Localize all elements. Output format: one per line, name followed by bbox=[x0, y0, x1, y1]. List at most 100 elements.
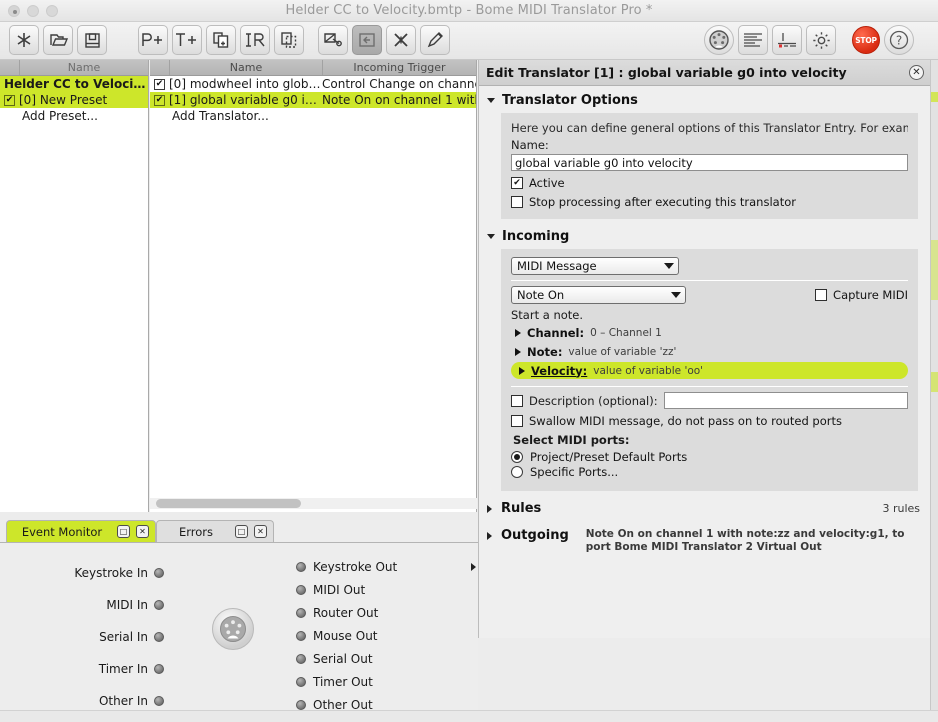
chevron-right-icon[interactable] bbox=[471, 562, 476, 571]
open-project-button[interactable] bbox=[43, 25, 73, 55]
capture-midi-checkbox[interactable] bbox=[815, 289, 828, 301]
incoming-description: Start a note. bbox=[511, 308, 584, 322]
output-midi-out[interactable]: MIDI Out bbox=[296, 578, 476, 601]
input-keystroke-in[interactable]: Keystroke In bbox=[0, 557, 170, 589]
rename-button[interactable] bbox=[420, 25, 450, 55]
input-timer-in[interactable]: Timer In bbox=[0, 653, 170, 685]
background-window-highlight bbox=[931, 372, 938, 392]
active-checkbox[interactable]: ✔ bbox=[511, 177, 523, 189]
close-editor-button[interactable]: ✕ bbox=[909, 65, 924, 80]
input-midi-in[interactable]: MIDI In bbox=[0, 589, 170, 621]
stop-processing-checkbox[interactable] bbox=[511, 196, 523, 208]
active-checkbox-row[interactable]: ✔ Active bbox=[511, 176, 908, 190]
specific-ports-radio-row[interactable]: Specific Ports... bbox=[511, 465, 908, 479]
stop-button[interactable]: STOP bbox=[852, 26, 880, 54]
default-ports-radio-row[interactable]: Project/Preset Default Ports bbox=[511, 450, 908, 464]
output-label: Keystroke Out bbox=[313, 559, 398, 574]
table-row[interactable]: ✔ [0] modwheel into global ... Control C… bbox=[150, 76, 476, 92]
collapse-button[interactable] bbox=[352, 25, 382, 55]
translator-name-input[interactable]: global variable g0 into velocity bbox=[511, 154, 908, 171]
input-label: Keystroke In bbox=[74, 566, 148, 580]
default-ports-label: Project/Preset Default Ports bbox=[530, 450, 688, 464]
incoming-message-value: Note On bbox=[517, 288, 565, 302]
table-row[interactable]: ✔ [1] global variable g0 into ... Note O… bbox=[150, 92, 476, 108]
errors-restore-button[interactable]: □ bbox=[235, 525, 248, 538]
add-translator-button[interactable] bbox=[172, 25, 202, 55]
swallow-label: Swallow MIDI message, do not pass on to … bbox=[529, 414, 842, 428]
chevron-right-icon bbox=[515, 328, 521, 337]
midi-ports-button[interactable] bbox=[704, 25, 734, 55]
toolbar: STOP ? bbox=[0, 22, 938, 60]
log-button[interactable] bbox=[738, 25, 768, 55]
outgoing-section-header[interactable]: Outgoing Note On on channel 1 with note:… bbox=[479, 516, 930, 554]
insert-rule-button[interactable] bbox=[240, 25, 270, 55]
description-input[interactable] bbox=[663, 392, 908, 409]
translator-options-section-header[interactable]: Translator Options bbox=[479, 86, 930, 113]
translator-enable-checkbox[interactable]: ✔ bbox=[154, 94, 165, 106]
output-router-out[interactable]: Router Out bbox=[296, 601, 476, 624]
specific-ports-radio[interactable] bbox=[511, 466, 523, 478]
errors-close-button[interactable]: ✕ bbox=[254, 525, 267, 538]
translators-col-trigger: Incoming Trigger bbox=[353, 61, 446, 74]
channel-field-row[interactable]: Channel: 0 – Channel 1 bbox=[511, 324, 908, 341]
note-value: value of variable 'zz' bbox=[568, 345, 677, 358]
led-indicator-icon bbox=[296, 699, 306, 710]
incoming-section-header[interactable]: Incoming bbox=[479, 219, 930, 249]
swallow-row[interactable]: Swallow MIDI message, do not pass on to … bbox=[511, 414, 908, 428]
tab-event-monitor[interactable]: Event Monitor □ ✕ bbox=[6, 520, 156, 542]
new-project-button[interactable] bbox=[9, 25, 39, 55]
paste-button[interactable] bbox=[274, 25, 304, 55]
description-checkbox[interactable] bbox=[511, 394, 523, 407]
output-serial-out[interactable]: Serial Out bbox=[296, 647, 476, 670]
settings-button[interactable] bbox=[806, 25, 836, 55]
output-keystroke-out[interactable]: Keystroke Out bbox=[296, 555, 476, 578]
event-monitor-close-button[interactable]: ✕ bbox=[136, 525, 149, 538]
led-indicator-icon bbox=[296, 653, 306, 664]
stop-label: STOP bbox=[855, 35, 877, 45]
input-serial-in[interactable]: Serial In bbox=[0, 621, 170, 653]
add-preset-row[interactable]: Add Preset... bbox=[0, 108, 148, 125]
chevron-down-icon bbox=[664, 263, 674, 269]
input-label: Other In bbox=[98, 694, 148, 708]
led-indicator-icon bbox=[154, 568, 164, 578]
note-field-row[interactable]: Note: value of variable 'zz' bbox=[511, 343, 908, 360]
add-translator-row[interactable]: Add Translator... bbox=[150, 108, 476, 125]
tab-errors[interactable]: Errors □ ✕ bbox=[156, 520, 274, 542]
preset-row[interactable]: ✔ [0] New Preset bbox=[0, 92, 148, 108]
presets-pane[interactable]: Name Helder CC to Velocity.... ✔ [0] New… bbox=[0, 60, 149, 512]
rules-section-header[interactable]: Rules 3 rules bbox=[479, 491, 930, 516]
swallow-checkbox[interactable] bbox=[511, 415, 523, 427]
default-ports-radio[interactable] bbox=[511, 451, 523, 463]
svg-text:?: ? bbox=[896, 34, 902, 48]
rules-count: 3 rules bbox=[882, 502, 920, 515]
preset-enable-checkbox[interactable]: ✔ bbox=[4, 94, 15, 106]
incoming-type-select[interactable]: MIDI Message bbox=[511, 257, 679, 275]
output-timer-out[interactable]: Timer Out bbox=[296, 670, 476, 693]
output-mouse-out[interactable]: Mouse Out bbox=[296, 624, 476, 647]
delete-button[interactable] bbox=[386, 25, 416, 55]
translators-hscroll-thumb[interactable] bbox=[156, 499, 301, 508]
monitor-button[interactable] bbox=[772, 25, 802, 55]
divider bbox=[511, 386, 908, 387]
cut-button[interactable] bbox=[318, 25, 348, 55]
translators-pane[interactable]: Name Incoming Trigger ✔ [0] modwheel int… bbox=[150, 60, 477, 512]
translator-enable-checkbox[interactable]: ✔ bbox=[154, 78, 165, 90]
project-row[interactable]: Helder CC to Velocity.... bbox=[0, 76, 148, 92]
translator-options-hint: Here you can define general options of t… bbox=[511, 121, 908, 135]
restore-icon: □ bbox=[237, 526, 246, 536]
input-label: MIDI In bbox=[106, 598, 148, 612]
editor-header: Edit Translator [1] : global variable g0… bbox=[479, 60, 930, 86]
add-preset-button[interactable] bbox=[138, 25, 168, 55]
save-project-button[interactable] bbox=[77, 25, 107, 55]
help-button[interactable]: ? bbox=[884, 25, 914, 55]
stop-processing-checkbox-row[interactable]: Stop processing after executing this tra… bbox=[511, 195, 908, 209]
capture-midi-row[interactable]: Capture MIDI bbox=[815, 288, 908, 302]
output-label: Mouse Out bbox=[313, 628, 378, 643]
event-monitor-restore-button[interactable]: □ bbox=[117, 525, 130, 538]
incoming-message-select[interactable]: Note On bbox=[511, 286, 686, 304]
inputs-column: Keystroke In MIDI In Serial In Timer In … bbox=[0, 557, 170, 717]
output-label: Router Out bbox=[313, 605, 379, 620]
duplicate-button[interactable] bbox=[206, 25, 236, 55]
velocity-field-row[interactable]: Velocity: value of variable 'oo' bbox=[511, 362, 908, 379]
led-indicator-icon bbox=[154, 696, 164, 706]
